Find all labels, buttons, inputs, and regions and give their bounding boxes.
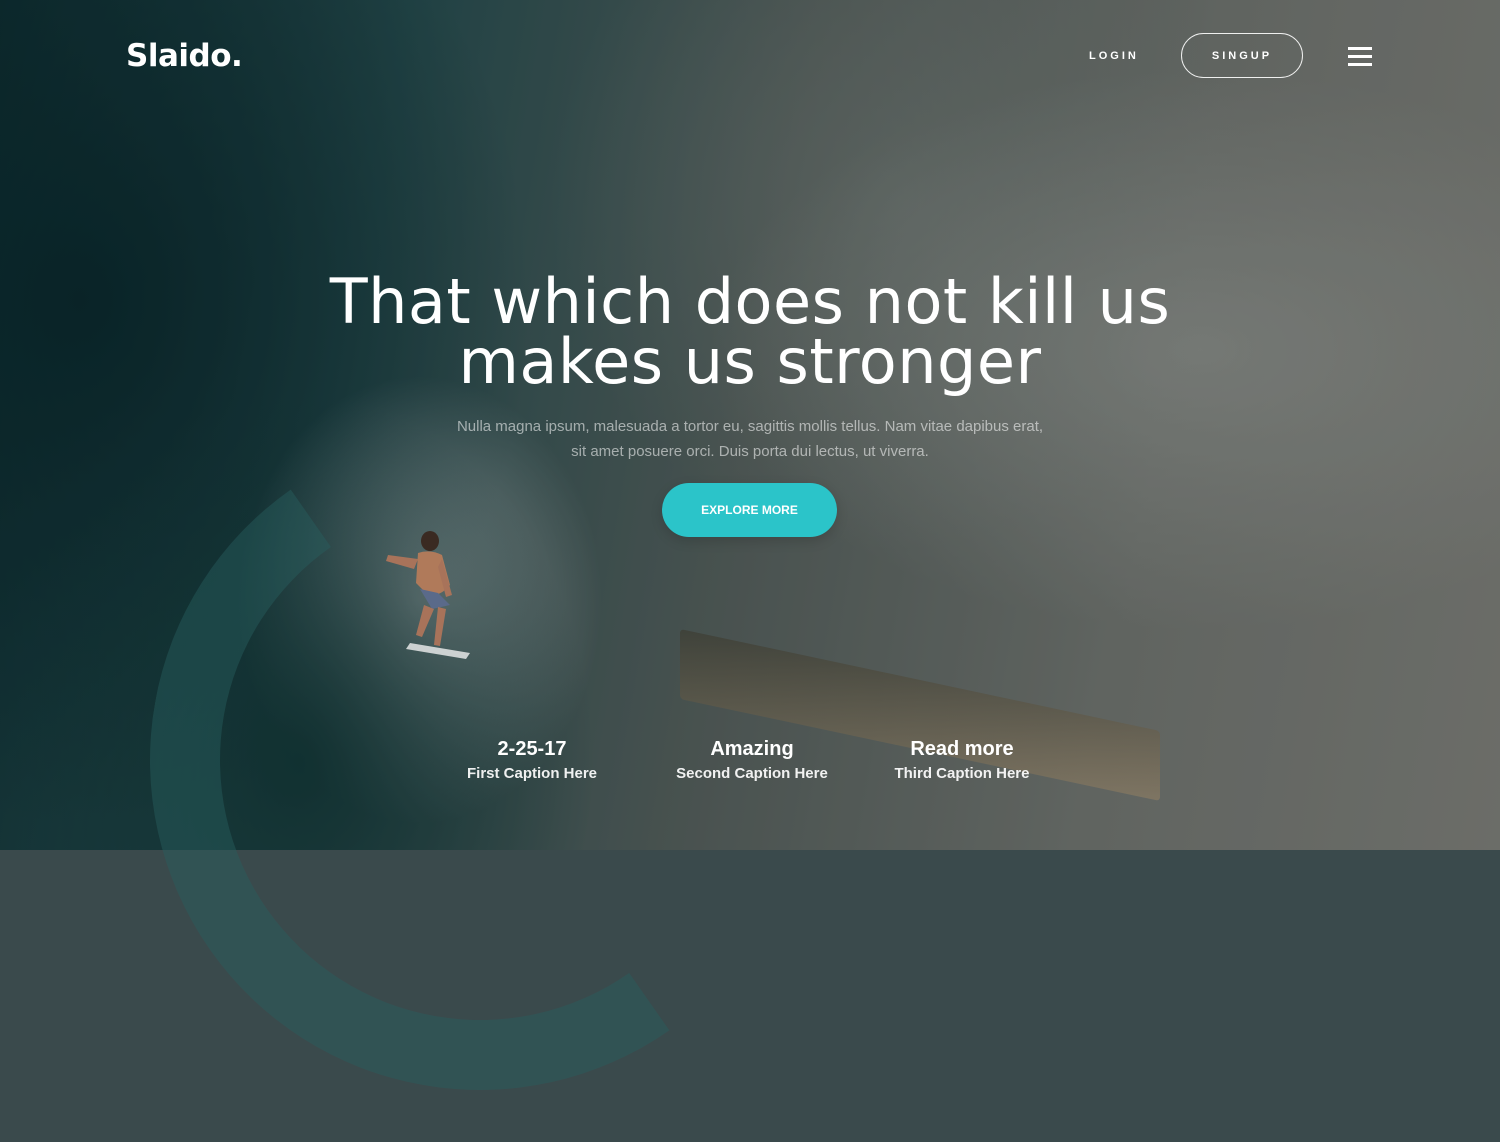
headline-line-2: makes us stronger <box>458 325 1042 398</box>
site-logo[interactable]: Slaido. <box>126 38 243 74</box>
caption-title: Read more <box>910 738 1014 760</box>
caption-item-2[interactable]: Amazing Second Caption Here <box>652 735 852 785</box>
hamburger-icon[interactable] <box>1348 47 1372 67</box>
caption-title: 2-25-17 <box>497 738 567 760</box>
caption-item-1[interactable]: 2-25-17 First Caption Here <box>432 735 632 785</box>
top-navigation: Slaido. LOGIN SINGUP <box>0 0 1500 115</box>
caption-title: Amazing <box>710 738 794 760</box>
hamburger-line <box>1348 55 1372 58</box>
explore-more-button[interactable]: EXPLORE MORE <box>662 483 837 537</box>
caption-subtitle: Second Caption Here <box>676 765 828 782</box>
surfer-figure <box>386 531 470 659</box>
login-link[interactable]: LOGIN <box>1089 50 1139 62</box>
hero-headline: That which does not kill us makes us str… <box>0 265 1500 398</box>
caption-subtitle: Third Caption Here <box>894 765 1030 782</box>
caption-subtitle: First Caption Here <box>466 765 598 782</box>
signup-button[interactable]: SINGUP <box>1181 33 1303 78</box>
headline-line-1: That which does not kill us <box>329 265 1171 338</box>
caption-item-3[interactable]: Read more Third Caption Here <box>862 735 1062 785</box>
hero-subtext: Nulla magna ipsum, malesuada a tortor eu… <box>430 414 1070 464</box>
hamburger-line <box>1348 47 1372 50</box>
subtext-line-2: sit amet posuere orci. Duis porta dui le… <box>571 443 929 460</box>
hamburger-line <box>1348 63 1372 66</box>
subtext-line-1: Nulla magna ipsum, malesuada a tortor eu… <box>456 418 1044 435</box>
